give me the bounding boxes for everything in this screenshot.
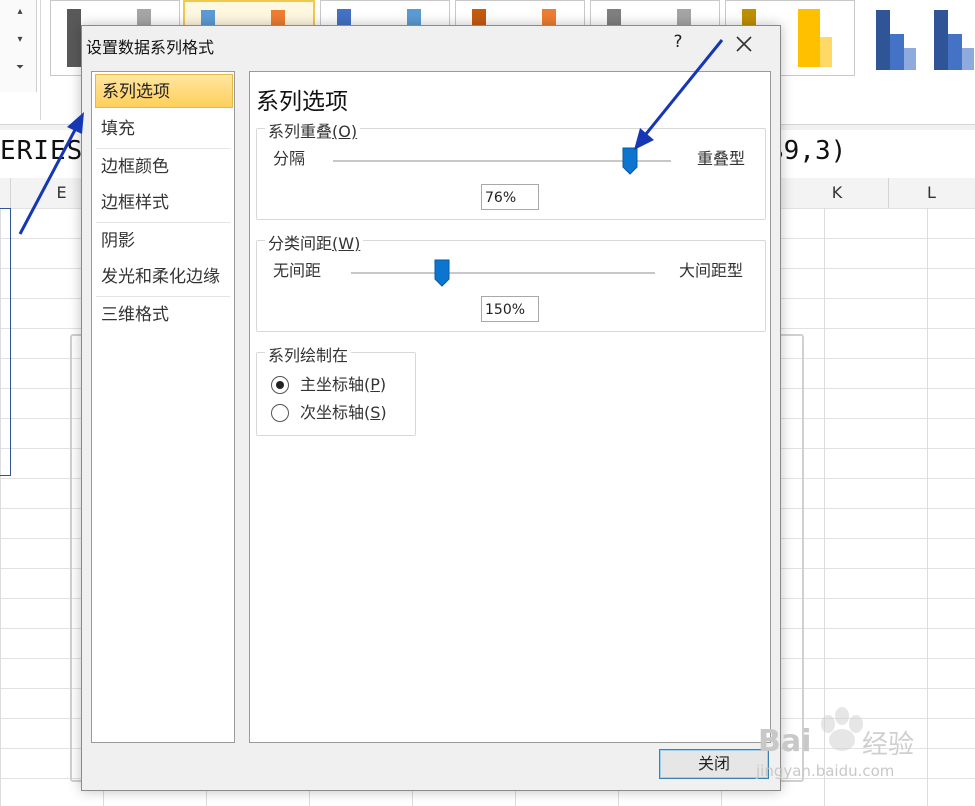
series-options-panel: 系列选项 系列重叠(O) 分隔 重叠型 76% 分类间距(W) 无间距 大间距型… xyxy=(249,71,771,743)
scroll-up-icon[interactable]: ▴ xyxy=(14,6,26,18)
primary-axis-label: 主坐标轴 xyxy=(300,375,365,394)
help-button[interactable]: ? xyxy=(668,32,688,54)
secondary-axis-label: 次坐标轴 xyxy=(300,403,365,422)
scroll-down-icon[interactable]: ▾ xyxy=(14,34,26,46)
nav-border-color[interactable]: 边框颜色 xyxy=(95,150,233,184)
nav-fill[interactable]: 填充 xyxy=(95,112,233,146)
column-header-l[interactable]: L xyxy=(888,178,975,208)
gallery-scroll[interactable]: ▴ ▾ ⏷ xyxy=(0,0,37,92)
nav-divider xyxy=(96,148,230,149)
dialog-title: 设置数据系列格式 xyxy=(86,38,215,57)
chart-style-7[interactable] xyxy=(862,0,975,76)
category-list: 系列选项 填充 边框颜色 边框样式 阴影 发光和柔化边缘 三维格式 xyxy=(91,71,235,743)
overlap-left-label: 分隔 xyxy=(273,149,306,168)
shortcut-hint: (O) xyxy=(332,122,358,141)
nav-divider xyxy=(96,222,230,223)
format-data-series-dialog: 设置数据系列格式 ? 系列选项 填充 边框颜色 边框样式 阴影 发光和柔化边缘 … xyxy=(81,25,781,791)
column-header-k[interactable]: K xyxy=(786,178,889,208)
series-overlap-group: 系列重叠(O) 分隔 重叠型 76% xyxy=(256,118,766,220)
gap-slider-thumb[interactable] xyxy=(434,259,450,287)
watermark-brand: Bai xyxy=(758,724,812,759)
series-overlap-label: 系列重叠(O) xyxy=(265,118,361,142)
ribbon-separator xyxy=(40,0,41,120)
gap-right-label: 大间距型 xyxy=(679,261,744,280)
overlap-value-input[interactable]: 76% xyxy=(481,184,539,210)
expand-gallery-icon[interactable]: ⏷ xyxy=(14,62,26,74)
selected-range xyxy=(0,208,11,476)
overlap-slider-thumb[interactable] xyxy=(622,147,638,175)
gap-width-group: 分类间距(W) 无间距 大间距型 150% xyxy=(256,230,766,332)
nav-glow-soft-edges[interactable]: 发光和柔化边缘 xyxy=(95,260,233,294)
plot-series-on-label: 系列绘制在 xyxy=(265,342,352,366)
watermark-brand-cn: 经验 xyxy=(862,730,915,760)
panel-title: 系列选项 xyxy=(256,89,348,115)
nav-divider xyxy=(96,296,230,297)
plot-series-on-group: 系列绘制在 主坐标轴(P) 次坐标轴(S) xyxy=(256,342,416,436)
gap-width-label: 分类间距(W) xyxy=(265,230,364,254)
nav-3d-format[interactable]: 三维格式 xyxy=(95,298,233,332)
gap-left-label: 无间距 xyxy=(273,261,322,280)
close-icon[interactable] xyxy=(730,30,758,58)
nav-series-options[interactable]: 系列选项 xyxy=(95,74,233,108)
radio-button-unchecked[interactable] xyxy=(271,404,289,422)
shortcut-hint: S xyxy=(370,403,381,422)
overlap-slider-track[interactable] xyxy=(333,160,671,162)
gap-value-input[interactable]: 150% xyxy=(481,296,539,322)
radio-button-checked[interactable] xyxy=(271,376,289,394)
overlap-right-label: 重叠型 xyxy=(697,149,746,168)
watermark-url: jingyan.baidu.com xyxy=(756,762,895,780)
gap-slider-track[interactable] xyxy=(351,272,655,274)
nav-border-style[interactable]: 边框样式 xyxy=(95,186,233,220)
nav-shadow[interactable]: 阴影 xyxy=(95,224,233,258)
shortcut-hint: (W) xyxy=(332,234,361,253)
shortcut-hint: P xyxy=(370,375,380,394)
